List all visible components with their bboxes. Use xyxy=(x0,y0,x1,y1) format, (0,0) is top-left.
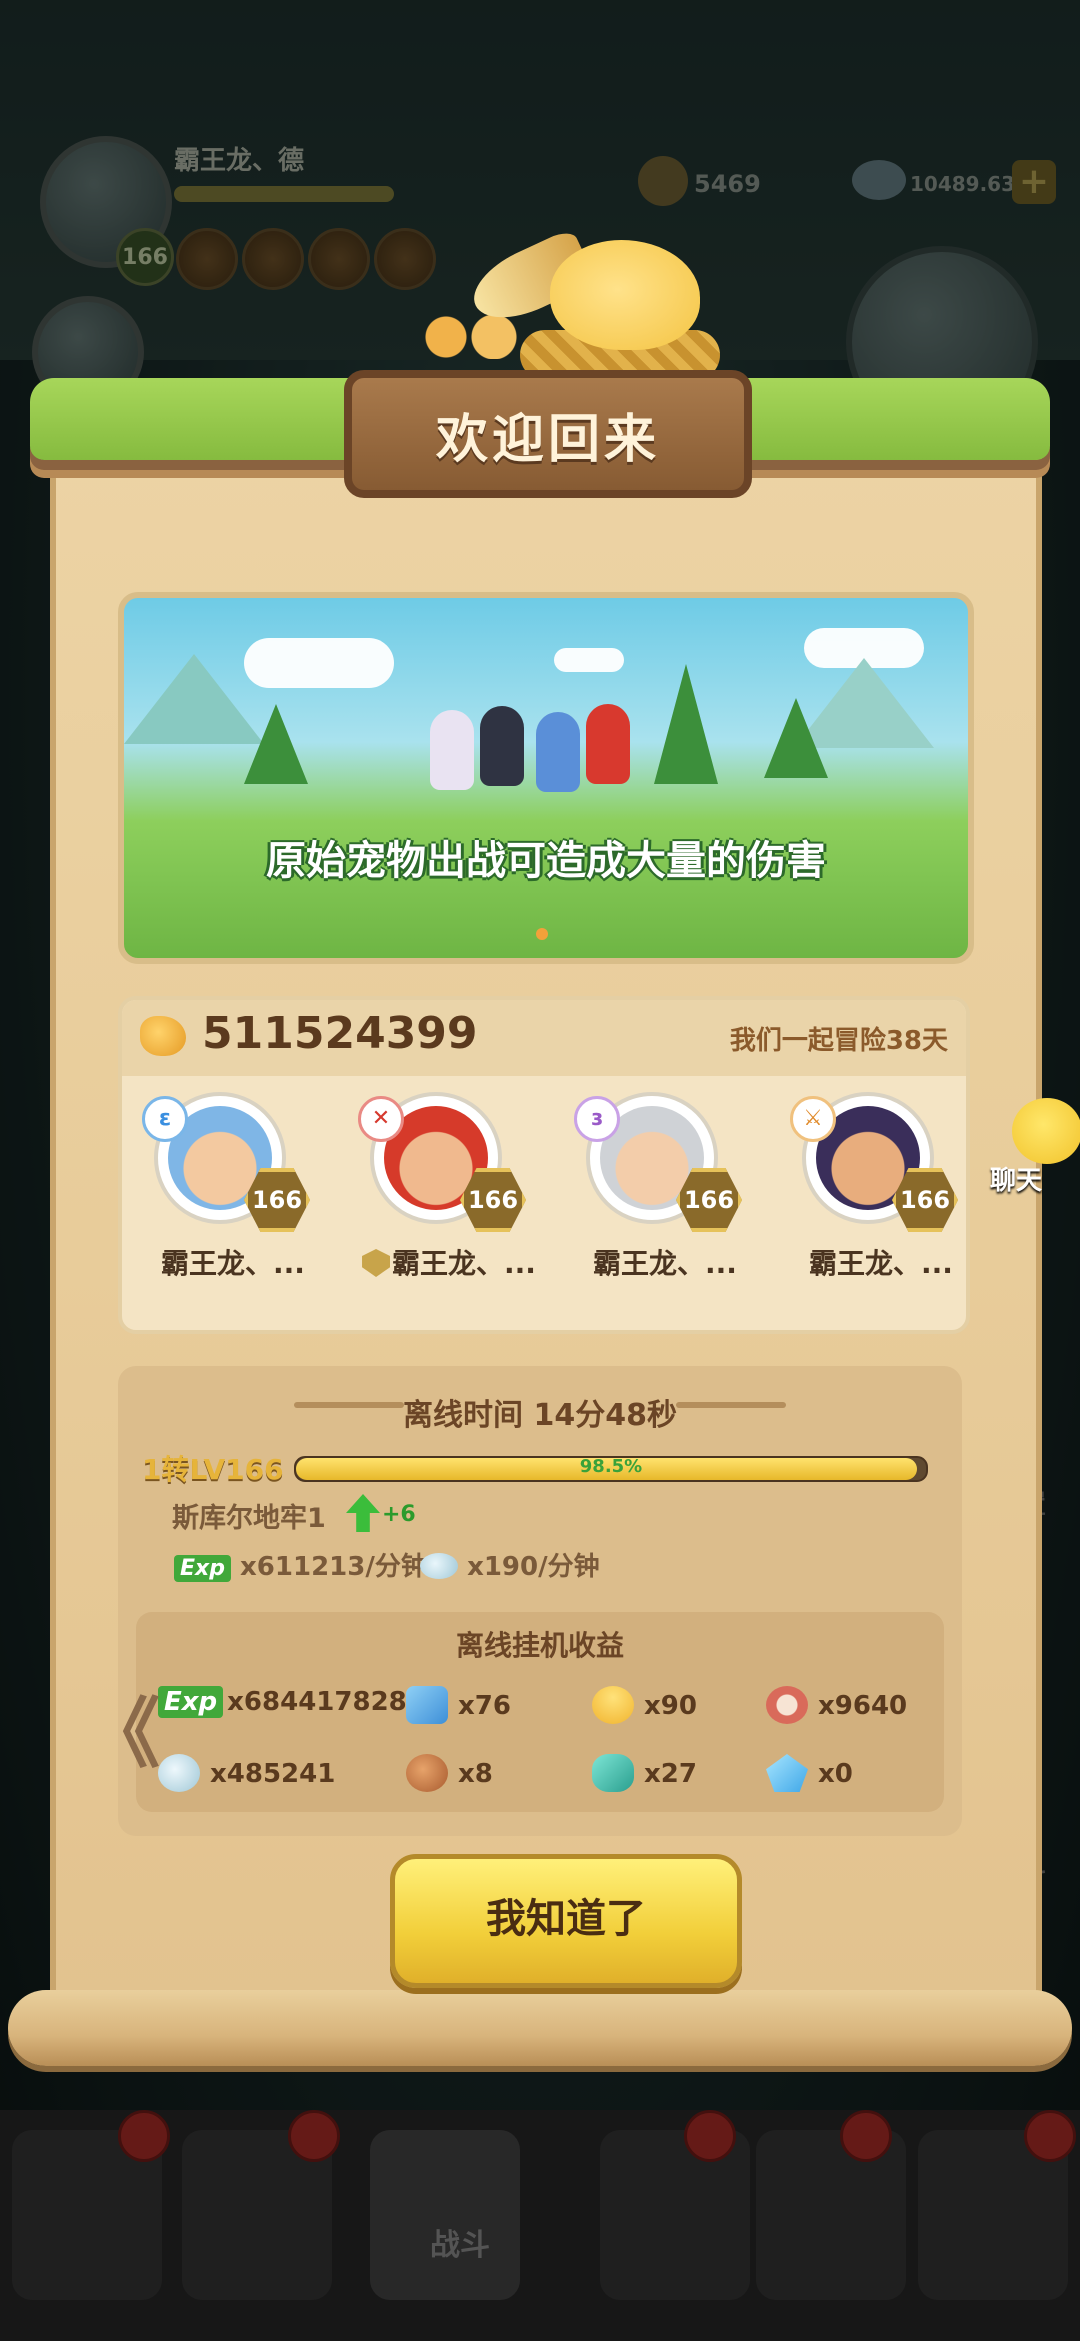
dungeon-bonus: +6 xyxy=(382,1502,416,1527)
hero-figure xyxy=(480,706,524,786)
reward-value: x8 xyxy=(458,1759,493,1789)
team-header: 511524399 我们一起冒险38天 xyxy=(122,1000,966,1076)
candle-icon xyxy=(592,1686,634,1724)
gem-icon xyxy=(592,1754,634,1792)
meat-icon xyxy=(406,1754,448,1792)
member-name: 霸王龙、... xyxy=(593,1247,737,1280)
member-name-wrap: 霸王龙、... xyxy=(354,1242,544,1282)
exp-rate: x611213/分钟 xyxy=(240,1552,427,1582)
reward-value: x0 xyxy=(818,1759,853,1789)
reward-item[interactable]: x76 xyxy=(406,1686,511,1724)
element-icon: ε xyxy=(142,1096,188,1142)
page-indicator-dot xyxy=(536,928,548,940)
hero-figure xyxy=(586,704,630,784)
reward-item[interactable]: x8 xyxy=(406,1754,493,1792)
stone-rate: x190/分钟 xyxy=(467,1552,600,1582)
crystal-icon xyxy=(766,1754,808,1792)
dungeon-name: 斯库尔地牢1 xyxy=(172,1503,326,1534)
reward-value: x485241 xyxy=(210,1759,336,1789)
mountain xyxy=(124,654,264,744)
reward-item[interactable]: x485241 xyxy=(158,1754,335,1792)
tip-banner[interactable]: 原始宠物出战可造成大量的伤害 xyxy=(118,592,974,964)
got-it-button[interactable]: 我知道了 xyxy=(390,1854,742,1988)
bird-mascot-icon xyxy=(550,240,700,350)
reward-value: x684417828 xyxy=(227,1687,407,1717)
stone-icon xyxy=(158,1754,200,1792)
combat-power: 511524399 xyxy=(202,1008,478,1059)
exp-icon: Exp xyxy=(158,1686,224,1718)
dialog-title: 欢迎回来 xyxy=(344,370,752,498)
level-label: 1转LV166 xyxy=(142,1453,284,1486)
tree xyxy=(764,698,828,778)
banner-tip-text: 原始宠物出战可造成大量的伤害 xyxy=(266,838,826,884)
reward-item[interactable]: x9640 xyxy=(766,1686,907,1724)
ticket-icon xyxy=(406,1686,448,1724)
reward-value: x76 xyxy=(458,1691,511,1721)
adventure-days: 我们一起冒险38天 xyxy=(729,1026,948,1056)
tree xyxy=(244,704,308,784)
chat-label[interactable]: 聊天 xyxy=(990,1160,1042,1197)
member-name: 霸王龙、... xyxy=(161,1247,305,1280)
team-member[interactable]: ɜ 166 霸王龙、... xyxy=(570,1092,750,1312)
shield-icon xyxy=(362,1249,391,1277)
hero-figure xyxy=(430,710,474,790)
xp-percent: 98.5% xyxy=(579,1456,643,1477)
reward-value: x9640 xyxy=(818,1691,908,1721)
pie-decoration-icon xyxy=(410,315,530,359)
cloud xyxy=(244,638,394,688)
exp-rate-row: Exp x611213/分钟 xyxy=(174,1546,427,1583)
stone-icon xyxy=(420,1553,458,1579)
tree xyxy=(654,664,718,784)
member-name: 霸王龙、... xyxy=(809,1247,953,1280)
reward-value: x27 xyxy=(644,1759,697,1789)
offline-rewards: 离线挂机收益 Exp x684417828 x76 x90 x9640 x4852… xyxy=(136,1612,944,1812)
medal-icon xyxy=(766,1686,808,1724)
chat-icon[interactable] xyxy=(1012,1098,1080,1164)
scroll-bottom-roll xyxy=(8,1990,1072,2066)
stone-rate-row: x190/分钟 xyxy=(420,1546,600,1583)
element-icon: ɜ xyxy=(574,1096,620,1142)
reward-item[interactable]: x90 xyxy=(592,1686,697,1724)
member-name: 霸王龙、... xyxy=(392,1247,536,1280)
team-panel: 511524399 我们一起冒险38天 ε 166 霸王龙、... ✕ 166 … xyxy=(118,996,970,1334)
offline-time: 离线时间 14分48秒 xyxy=(403,1398,677,1433)
element-icon: ⚔ xyxy=(790,1096,836,1142)
team-member[interactable]: ✕ 166 霸王龙、... xyxy=(354,1092,536,1312)
hero-figure xyxy=(536,712,580,792)
muscle-power-icon xyxy=(140,1016,186,1056)
xp-progress-bar: 98.5% xyxy=(294,1456,928,1482)
reward-value: x90 xyxy=(644,1691,697,1721)
team-member[interactable]: ε 166 霸王龙、... xyxy=(138,1092,318,1312)
element-icon: ✕ xyxy=(358,1096,404,1142)
exp-icon: Exp xyxy=(174,1555,231,1582)
offline-panel: 离线时间 14分48秒 1转LV166 98.5% 斯库尔地牢1 +6 Exp … xyxy=(118,1366,962,1836)
cloud xyxy=(554,648,624,672)
reward-item[interactable]: Exp x684417828 xyxy=(158,1686,407,1718)
reward-item[interactable]: x0 xyxy=(766,1754,853,1792)
previous-chevron-icon[interactable]: 《 xyxy=(84,1672,160,1782)
reward-item[interactable]: x27 xyxy=(592,1754,697,1792)
up-arrow-icon xyxy=(346,1494,380,1532)
rewards-title: 离线挂机收益 xyxy=(455,1629,624,1662)
team-member[interactable]: ⚔ 166 霸王龙、... xyxy=(786,1092,966,1312)
